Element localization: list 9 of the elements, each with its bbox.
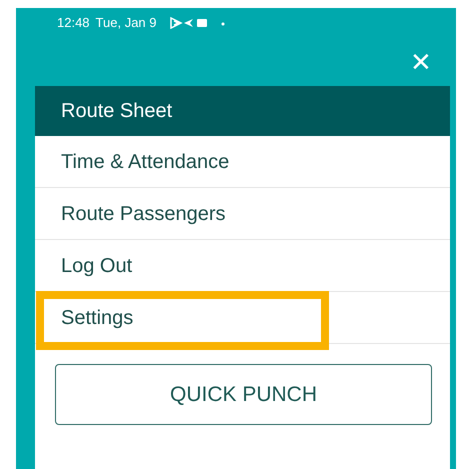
menu-item[interactable]: Settings: [35, 292, 450, 344]
menu-item[interactable]: Route Passengers: [35, 188, 450, 240]
status-date: Tue, Jan 9: [96, 14, 156, 32]
menu-item[interactable]: Log Out: [35, 240, 450, 292]
menu-item[interactable]: Route Sheet: [35, 86, 450, 136]
status-time: 12:48: [57, 14, 90, 32]
notification-icons: [168, 17, 226, 29]
menu-item[interactable]: Time & Attendance: [35, 136, 450, 188]
quick-punch-button[interactable]: QUICK PUNCH: [55, 364, 432, 425]
